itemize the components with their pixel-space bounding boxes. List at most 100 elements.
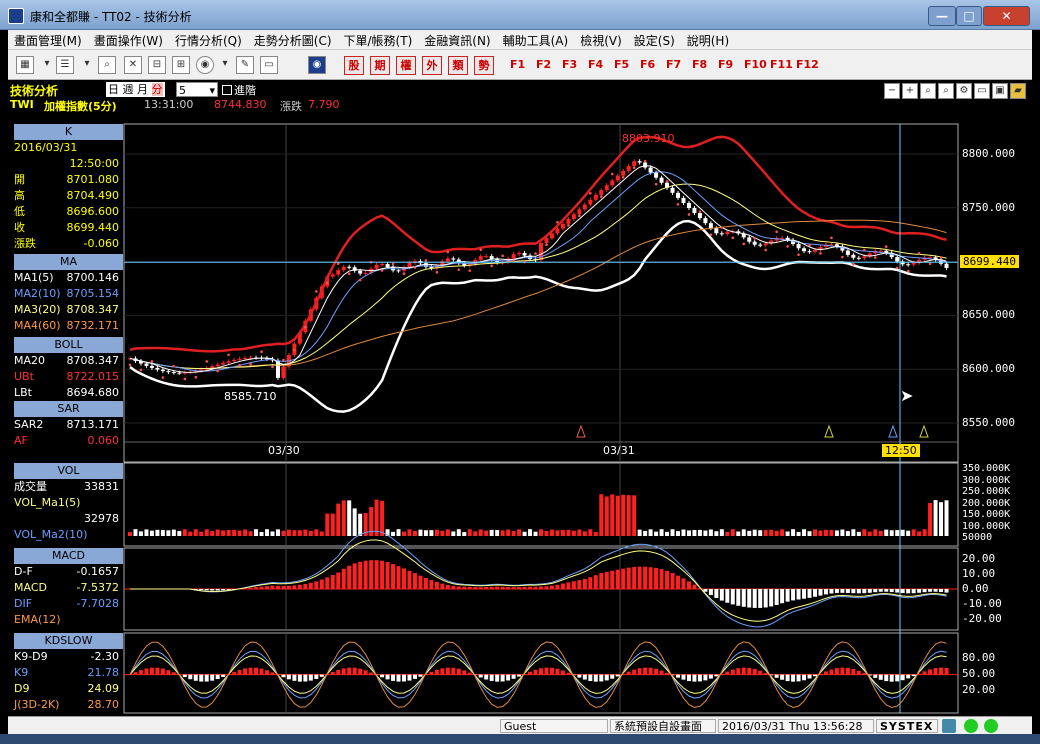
fkey-f5[interactable]: F5 [614,58,629,71]
chart-type-icon[interactable]: ▦ [16,56,34,74]
macd-bar [402,568,406,589]
fkey-f3[interactable]: F3 [562,58,577,71]
candle-body [297,332,302,344]
app-icon [8,8,24,24]
volume-bar [489,529,494,536]
menu-item-9[interactable]: 說明(H) [681,31,735,51]
vol-value: 33831 [84,480,119,493]
menu-item-7[interactable]: 檢視(V) [574,31,628,51]
menu-item-0[interactable]: 畫面管理(M) [8,31,88,51]
save-icon[interactable]: ▣ [992,83,1008,99]
price-tick: 8750.000 [962,200,1015,214]
kd-bar [434,669,439,675]
candle-body [686,202,691,209]
kd-bar [297,674,302,682]
settings-icon[interactable]: ⚙ [956,83,972,99]
advanced-toggle[interactable]: 進階 [222,82,256,98]
grid-icon[interactable]: ⊞ [172,56,190,74]
market-button-5[interactable]: 勢 [474,56,494,75]
fkey-f6[interactable]: F6 [640,58,655,71]
period-week[interactable]: 週 [123,83,134,96]
maximize-button[interactable]: □ [956,6,982,26]
fkey-f2[interactable]: F2 [536,58,551,71]
volume-bar [654,531,659,536]
period-month[interactable]: 月 [137,83,148,96]
volume-bar [862,529,867,536]
menu-item-1[interactable]: 畫面操作(W) [88,31,169,51]
macd-bar [352,563,357,589]
menu-item-3[interactable]: 走勢分析圖(C) [248,31,338,51]
screen-icon[interactable]: ▭ [260,56,278,74]
candle-body [281,366,286,378]
fkey-f4[interactable]: F4 [588,58,603,71]
minimize-button[interactable]: — [928,6,956,26]
fkey-f11[interactable]: F11 [770,58,793,71]
volume-bar [637,529,642,536]
kd-bar [752,668,757,675]
candle-body [495,259,500,263]
fkey-f8[interactable]: F8 [692,58,707,71]
sar-dot [391,262,395,266]
kd-bar [708,674,713,679]
sar-dot [906,269,910,273]
menu-item-4[interactable]: 下單/帳務(T) [338,31,419,51]
menu-item-8[interactable]: 設定(S) [628,31,681,51]
dropdown-icon[interactable]: ▾ [78,56,96,74]
magnify-icon[interactable]: ⌕ [920,83,936,99]
fkey-f1[interactable]: F1 [510,58,525,71]
volume-bar [566,529,571,536]
volume-bar [659,529,664,536]
dropdown-icon[interactable]: ▾ [38,56,56,74]
market-button-1[interactable]: 期 [370,56,390,75]
globe-icon[interactable]: ◉ [196,56,214,74]
status-user: Guest [500,719,608,733]
macd-bar [692,584,697,589]
tools-icon[interactable]: ✎ [236,56,254,74]
kd-bar [741,667,746,675]
sar-dot [654,182,658,186]
fkey-f9[interactable]: F9 [718,58,733,71]
period-selector[interactable]: 日 週 月 分 [106,82,165,97]
zoom-minus-icon[interactable]: − [884,83,900,99]
menu-item-6[interactable]: 輔助工具(A) [497,31,575,51]
search-icon[interactable]: ⌕ [98,56,116,74]
indicator-icon[interactable]: ☰ [56,56,74,74]
brand-icon[interactable]: ◉ [308,56,326,74]
fkey-f12[interactable]: F12 [796,58,819,71]
period-minute[interactable]: 分 [151,83,163,96]
kd-bar [604,674,609,681]
interval-select[interactable]: 5 ▾ [176,82,218,97]
macd-bar [385,562,390,589]
market-button-4[interactable]: 類 [448,56,468,75]
macd-label: D-F [14,565,33,578]
close-chart-icon[interactable]: ✕ [124,56,142,74]
kd-bar [582,674,587,680]
candle-body [944,263,949,268]
menu-item-5[interactable]: 金融資訊(N) [418,31,496,51]
magnify-alt-icon[interactable]: ⌕ [938,83,954,99]
fkey-f7[interactable]: F7 [666,58,681,71]
dropdown-icon[interactable]: ▾ [216,56,234,74]
macd-bar [423,577,428,589]
market-button-3[interactable]: 外 [422,56,442,75]
macd-bar [259,586,264,589]
kd-bar [451,667,456,675]
volume-bar [730,529,735,536]
macd-bar [462,586,467,589]
window-icon[interactable]: ▭ [974,83,990,99]
macd-bar [204,589,209,591]
volume-bar [259,531,264,536]
candle-body [270,359,275,361]
period-day[interactable]: 日 [108,83,119,96]
menu-item-2[interactable]: 行情分析(Q) [169,31,248,51]
market-button-0[interactable]: 股 [344,56,364,75]
folder-icon[interactable]: ▰ [1010,83,1026,99]
zoom-plus-icon[interactable]: + [902,83,918,99]
candle-body [741,233,746,238]
fkey-f10[interactable]: F10 [744,58,767,71]
macd-bar [347,565,352,589]
market-button-2[interactable]: 權 [396,56,416,75]
volume-bar [588,529,593,536]
split-icon[interactable]: ⊟ [148,56,166,74]
close-button[interactable]: ✕ [983,6,1030,26]
